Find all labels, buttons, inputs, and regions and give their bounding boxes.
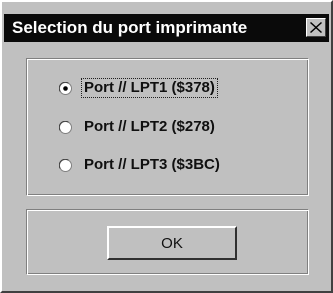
ok-button[interactable]: OK (107, 226, 237, 260)
radio-label-lpt3[interactable]: Port // LPT3 ($3BC) (82, 156, 222, 174)
radio-label-lpt2[interactable]: Port // LPT2 ($278) (82, 118, 217, 136)
radio-option-lpt3[interactable]: Port // LPT3 ($3BC) (59, 154, 222, 176)
title-bar[interactable]: Selection du port imprimante (4, 14, 329, 42)
radio-unselected-icon[interactable] (59, 158, 72, 172)
dialog-title: Selection du port imprimante (12, 18, 248, 37)
radio-option-lpt2[interactable]: Port // LPT2 ($278) (59, 116, 217, 138)
port-options-group: Port // LPT1 ($378) Port // LPT2 ($278) … (26, 58, 309, 196)
radio-unselected-icon[interactable] (59, 120, 72, 134)
radio-selected-icon[interactable] (59, 81, 72, 95)
close-icon (310, 22, 322, 33)
button-panel: OK (26, 209, 309, 275)
radio-option-lpt1[interactable]: Port // LPT1 ($378) (59, 77, 218, 99)
dialog-window: Selection du port imprimante Port // LPT… (0, 0, 333, 293)
close-button[interactable] (306, 18, 326, 37)
radio-label-lpt1[interactable]: Port // LPT1 ($378) (81, 78, 218, 98)
